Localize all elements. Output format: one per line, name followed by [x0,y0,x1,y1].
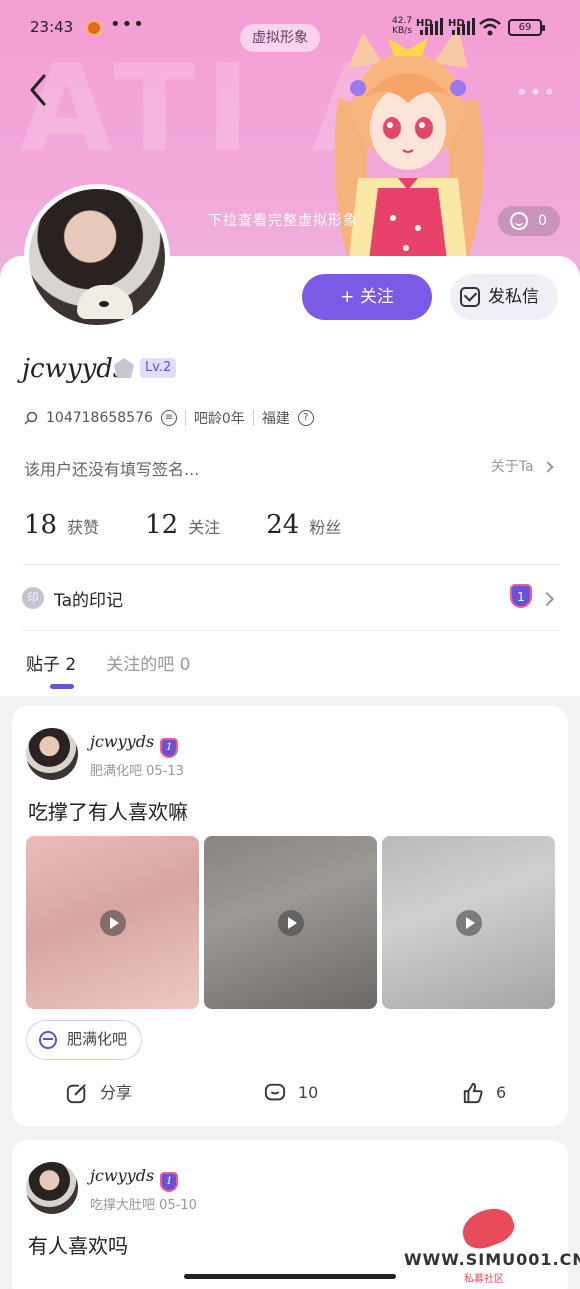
meta-divider [252,410,254,426]
send-message-button[interactable]: 发私信 [450,274,558,320]
post-avatar[interactable] [26,728,78,780]
post-username-text: jcwyyds [90,1166,155,1185]
avatar-like-count: 0 [538,213,547,229]
meta-divider [184,410,186,426]
chevron-right-icon [542,461,554,473]
status-more: ••• [110,14,145,35]
banner-menu-icon[interactable]: ••• [516,80,557,104]
copy-id-icon[interactable]: ≡ [160,410,177,426]
stat-likes[interactable]: 18 获赞 [24,510,99,540]
stat-followers[interactable]: 24 粉丝 [266,510,341,540]
comment-icon [264,1083,286,1101]
location-help-icon[interactable]: ? [297,410,314,426]
signature: 该用户还没有填写签名... [24,460,200,479]
imprint-label: Ta的印记 [54,591,123,611]
stat-value: 18 [24,510,58,540]
post-actions: 分享 10 6 [12,1080,568,1110]
watermark-url: WWW.SIMU001.CN [404,1250,580,1269]
profile-meta: 104718658576 ≡ 吧龄0年 福建 ? [24,408,314,428]
app-notification-icon [86,20,102,36]
stat-label: 获赞 [67,518,100,537]
profile-tabs: 贴子 2 关注的吧 0 [26,650,190,675]
video-thumbnail[interactable] [204,836,377,1009]
site-watermark: WWW.SIMU001.CN 私募社区 [404,1202,580,1285]
stat-value: 12 [145,510,179,540]
watermark-logo [457,1202,519,1254]
follow-button[interactable]: + 关注 [302,274,432,320]
play-icon [100,910,126,936]
medal-badge-icon: 1 [160,1172,179,1192]
post-username[interactable]: jcwyyds 1 [90,1166,179,1192]
like-count: 6 [496,1083,507,1102]
video-thumbnail[interactable] [26,836,199,1009]
imprint-row[interactable]: 印 Ta的印记 1 [22,580,558,620]
post-media-row [26,836,555,1009]
about-label: 关于Ta [490,459,534,475]
forum-chip-label: 肥满化吧 [67,1030,128,1048]
medal-badge-icon: 1 [510,584,532,608]
back-arrow-icon[interactable] [24,72,54,108]
thumbs-up-icon [463,1082,483,1104]
stat-value: 24 [266,510,300,540]
network-speed-unit: KB/s [392,26,412,36]
stat-following[interactable]: 12 关注 [145,510,220,540]
forum-chip[interactable]: 肥满化吧 [26,1020,143,1060]
tab-posts[interactable]: 贴子 2 [26,650,76,675]
profile-username: jcwyyds [22,354,127,384]
envelope-icon [460,287,480,307]
chevron-right-icon [539,591,555,607]
post-title[interactable]: 有人喜欢吗 [28,1230,128,1259]
pulldown-hint: 下拉查看完整虚拟形象 [208,213,358,229]
divider [22,564,560,565]
profile-stats: 18 获赞 12 关注 24 粉丝 [24,510,341,540]
smile-icon [510,212,528,230]
avatar-dog-detail [77,285,133,319]
signal-icon [420,17,443,35]
share-icon [66,1082,88,1104]
post-forum-date: 吃撑大肚吧 05-10 [90,1198,197,1213]
divider [22,630,560,631]
play-icon [456,910,482,936]
watermark-subtitle: 私募社区 [464,1274,504,1285]
medal-badge-icon: 1 [160,738,179,758]
wifi-icon [479,18,501,36]
profile-avatar[interactable] [24,184,170,330]
comment-count: 10 [298,1083,319,1102]
signal-icon-2 [452,17,475,35]
stat-label: 粉丝 [309,518,342,537]
network-speed-value: 42.7 [392,16,413,26]
post-forum-date: 肥满化吧 05-13 [90,764,184,779]
level-badge[interactable]: Lv.2 [140,358,177,378]
bar-age: 吧龄0年 [193,411,245,427]
location: 福建 [261,411,290,427]
post-avatar[interactable] [26,1162,78,1214]
about-link[interactable]: 关于Ta [490,456,554,476]
post-username-text: jcwyyds [90,732,155,751]
virtual-avatar-tag[interactable]: 虚拟形象 [240,24,320,52]
search-icon [24,411,38,425]
battery-icon: 69 [508,19,545,36]
post-title[interactable]: 吃撑了有人喜欢嘛 [28,796,188,825]
avatar-like-button[interactable]: 0 [498,206,560,236]
play-icon [278,910,304,936]
network-speed: 42.7 KB/s [392,16,412,36]
home-indicator[interactable] [184,1274,396,1279]
forum-icon [39,1031,57,1049]
tab-indicator [50,684,74,689]
send-message-label: 发私信 [488,287,539,307]
post-card[interactable]: jcwyyds 1 肥满化吧 05-13 吃撑了有人喜欢嘛 肥满化吧 分享 10 [12,706,568,1126]
tab-followed-forums[interactable]: 关注的吧 0 [106,650,190,675]
share-label: 分享 [100,1083,133,1102]
imprint-icon: 印 [22,587,44,609]
stat-label: 关注 [188,518,221,537]
user-id: 104718658576 [46,410,153,426]
video-thumbnail[interactable] [382,836,555,1009]
virtual-avatar-illustration[interactable] [318,28,498,268]
post-username[interactable]: jcwyyds 1 [90,732,179,758]
status-time: 23:43 [30,18,74,36]
